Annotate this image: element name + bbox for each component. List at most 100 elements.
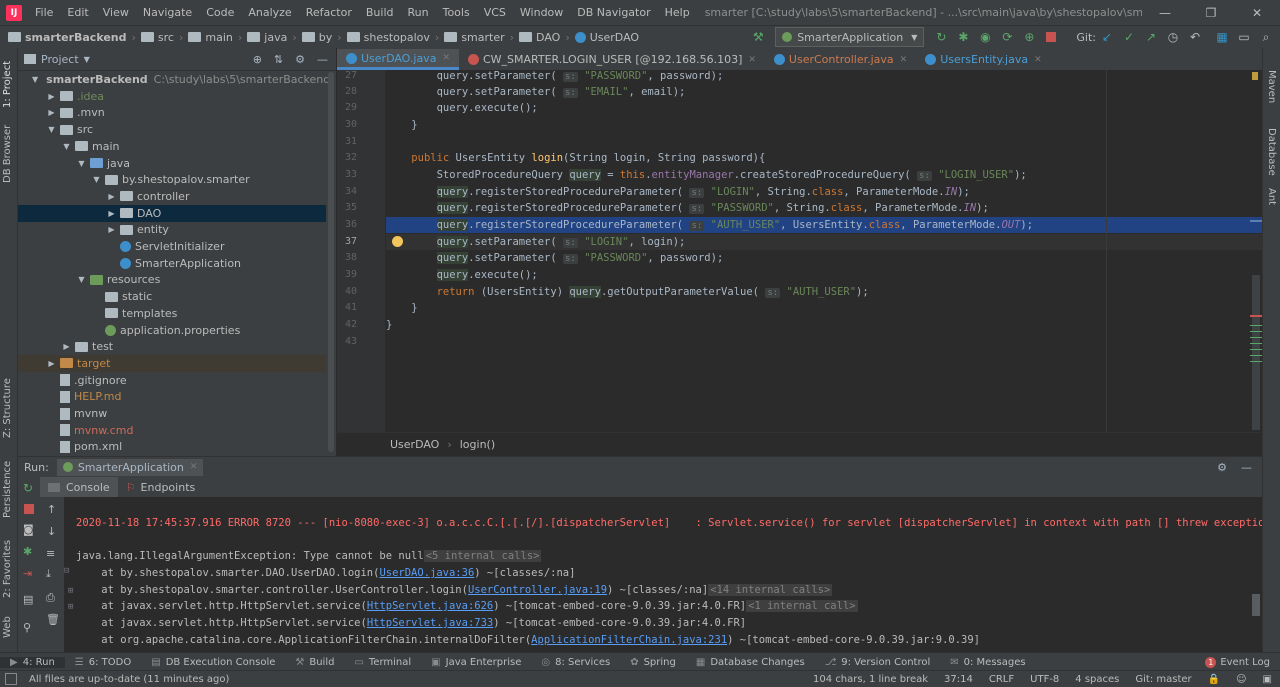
tree-item--mvn[interactable]: ▶ .mvn (18, 104, 326, 121)
bottom-tab-db-execution-console[interactable]: ▤ DB Execution Console (141, 657, 285, 668)
git-update-icon[interactable]: ↙ (1099, 29, 1115, 45)
bottom-tab-spring[interactable]: ✿ Spring (620, 657, 686, 668)
presentation-icon[interactable]: ▭ (1236, 29, 1252, 45)
crumb-smarterbackend[interactable]: smarterBackend (6, 31, 129, 44)
stop-icon[interactable] (1043, 29, 1059, 45)
minimize-icon[interactable]: — (1142, 6, 1188, 20)
layout-icon[interactable]: ▤ (23, 593, 33, 606)
profile-icon[interactable]: ⟳ (999, 29, 1015, 45)
attach-debugger-icon[interactable]: ⊕ (1021, 29, 1037, 45)
tree-item-test[interactable]: ▶ test (18, 338, 326, 355)
close-tab-icon[interactable]: ✕ (1034, 55, 1042, 65)
tool-structure[interactable]: Z: Structure (2, 378, 13, 438)
tool-favorites[interactable]: 2: Favorites (2, 540, 13, 598)
camera-icon[interactable]: ◙ (23, 523, 34, 536)
crumb-main[interactable]: main (186, 31, 234, 44)
expanded-arrow-icon[interactable]: ▼ (32, 75, 38, 84)
menu-tools[interactable]: Tools (436, 0, 477, 25)
git-push-icon[interactable]: ↗ (1143, 29, 1159, 45)
soft-wrap-icon[interactable]: ≡ (46, 547, 55, 560)
tree-item-templates[interactable]: templates (18, 305, 326, 322)
collapse-all-icon[interactable]: ⇅ (274, 53, 283, 66)
line-number[interactable]: 31 (337, 136, 357, 147)
run-config-tab[interactable]: SmarterApplication ✕ (56, 458, 204, 476)
expanded-arrow-icon[interactable]: ▼ (92, 175, 101, 184)
close-icon[interactable]: ✕ (190, 462, 198, 472)
stack-frame-link[interactable]: ApplicationFilterChain.java:231 (531, 634, 727, 646)
chevron-down-icon[interactable]: ▼ (84, 55, 90, 64)
notifications-icon[interactable]: ▣ (1255, 674, 1280, 685)
tree-item-entity[interactable]: ▶ entity (18, 221, 326, 238)
scroll-up-icon[interactable]: ↑ (47, 503, 56, 516)
line-number[interactable]: 43 (337, 336, 357, 347)
close-tab-icon[interactable]: ✕ (900, 55, 908, 65)
menu-code[interactable]: Code (199, 0, 241, 25)
event-log-tab[interactable]: 1 Event Log (1205, 656, 1270, 668)
status-indent[interactable]: 4 spaces (1067, 674, 1127, 685)
bottom-tab-java-enterprise[interactable]: ▣ Java Enterprise (421, 657, 531, 668)
locate-file-icon[interactable]: ⊕ (253, 53, 262, 66)
inspection-warning-icon[interactable] (1252, 72, 1258, 80)
coverage-icon[interactable]: ◉ (977, 29, 993, 45)
line-number[interactable]: 38 (337, 252, 357, 263)
crumb-class[interactable]: UserDAO (390, 438, 439, 451)
project-scrollbar[interactable] (328, 72, 334, 452)
crumb-src[interactable]: src (139, 31, 176, 44)
git-history-icon[interactable]: ◷ (1165, 29, 1181, 45)
bottom-tab-database-changes[interactable]: ▦ Database Changes (686, 657, 815, 668)
collapsed-arrow-icon[interactable]: ▶ (47, 92, 56, 101)
rerun-icon[interactable]: ↻ (933, 29, 949, 45)
clear-all-icon[interactable]: 🗑 (46, 613, 60, 626)
menu-vcs[interactable]: VCS (477, 0, 513, 25)
fold-icon[interactable]: ⊟ (64, 566, 69, 576)
internal-calls-fold[interactable]: <5 internal calls> (423, 550, 542, 562)
hide-panel-icon[interactable]: — (1241, 461, 1252, 474)
status-caret-position[interactable]: 37:14 (936, 674, 981, 685)
hide-panel-icon[interactable]: — (317, 53, 328, 66)
line-number[interactable]: 35 (337, 202, 357, 213)
tree-item-smarterapplication[interactable]: SmarterApplication (18, 255, 326, 272)
scroll-down-icon[interactable]: ↓ (47, 525, 56, 538)
expanded-arrow-icon[interactable]: ▼ (77, 159, 86, 168)
menu-build[interactable]: Build (359, 0, 401, 25)
rerun-icon[interactable]: ↻ (23, 481, 33, 495)
search-everywhere-icon[interactable]: ⌕ (1258, 29, 1274, 45)
line-number[interactable]: 42 (337, 319, 357, 330)
stack-frame-link[interactable]: UserDAO.java:36 (379, 567, 474, 579)
collapsed-arrow-icon[interactable]: ▶ (107, 192, 116, 201)
crumb-shestopalov[interactable]: shestopalov (345, 31, 432, 44)
line-number[interactable]: 39 (337, 269, 357, 280)
tree-item-src[interactable]: ▼ src (18, 121, 326, 138)
tree-item-help-md[interactable]: HELP.md (18, 388, 326, 405)
tree-item--idea[interactable]: ▶ .idea (18, 88, 326, 105)
lightbulb-icon[interactable] (392, 236, 403, 247)
menu-navigate[interactable]: Navigate (136, 0, 199, 25)
tree-item-controller[interactable]: ▶ controller (18, 188, 326, 205)
line-number[interactable]: 40 (337, 286, 357, 297)
line-number[interactable]: 37 (337, 236, 357, 247)
bottom-tab-9-version-control[interactable]: ⎇ 9: Version Control (815, 657, 941, 668)
collapsed-arrow-icon[interactable]: ▶ (62, 342, 71, 351)
status-line-separator[interactable]: CRLF (981, 674, 1022, 685)
bottom-tab-build[interactable]: ⚒ Build (285, 657, 344, 668)
tool-ant[interactable]: Ant (1266, 188, 1277, 205)
tab-endpoints[interactable]: ⚐ Endpoints (118, 477, 204, 497)
collapsed-arrow-icon[interactable]: ▶ (107, 209, 116, 218)
scroll-to-end-icon[interactable]: ⤓ (46, 567, 51, 581)
stack-frame-link[interactable]: HttpServlet.java:733 (367, 617, 493, 629)
stop-icon[interactable] (24, 504, 34, 514)
line-number[interactable]: 28 (337, 86, 357, 97)
tree-item-dao[interactable]: ▶ DAO (18, 204, 326, 222)
run-config-select[interactable]: SmarterApplication ▼ (775, 27, 925, 47)
line-number[interactable]: 32 (337, 152, 357, 163)
status-encoding[interactable]: UTF-8 (1022, 674, 1067, 685)
collapsed-arrow-icon[interactable]: ▶ (47, 108, 56, 117)
line-number[interactable]: 41 (337, 302, 357, 313)
project-view-select[interactable]: Project (41, 53, 79, 66)
gear-icon[interactable]: ⚙ (1217, 461, 1227, 474)
pin-icon[interactable]: ⚲ (23, 621, 31, 634)
tree-item-target[interactable]: ▶ target (18, 354, 326, 372)
print-icon[interactable]: ⎙ (46, 591, 55, 605)
editor-tab-1[interactable]: CW_SMARTER.LOGIN_USER [@192.168.56.103] ✕ (459, 49, 765, 70)
tool-database[interactable]: Database (1266, 128, 1277, 176)
